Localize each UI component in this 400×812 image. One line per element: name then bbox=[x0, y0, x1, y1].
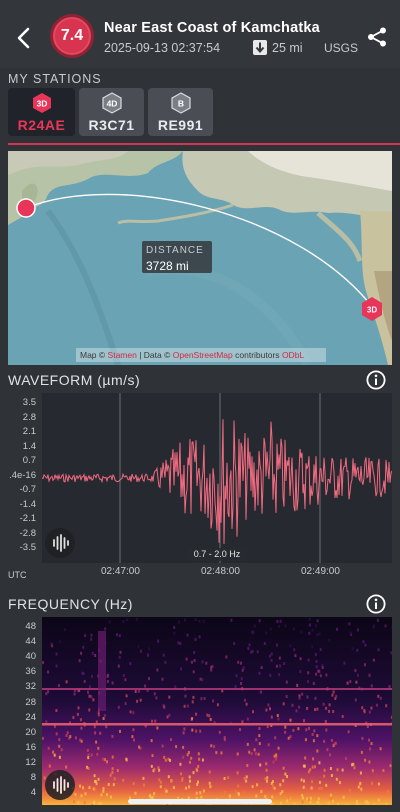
frequency-y-tick: 40 bbox=[25, 651, 36, 663]
x-tick: 02:48:00 bbox=[201, 566, 240, 577]
station-3d-badge-icon: 3D bbox=[32, 93, 51, 113]
waveform-y-tick: -2.8 bbox=[19, 527, 36, 539]
waveform-y-tick: 2.1 bbox=[22, 426, 36, 437]
frequency-y-tick: 16 bbox=[25, 741, 36, 753]
station-b-badge-icon: B bbox=[170, 92, 191, 114]
distance-value: 3728 mi bbox=[146, 259, 189, 273]
spectrogram-sound-button[interactable] bbox=[45, 770, 75, 800]
map-attribution: Map © Stamen | Data © OpenStreetMap cont… bbox=[76, 348, 326, 362]
utc-label: UTC bbox=[8, 570, 27, 580]
frequency-y-tick: 12 bbox=[25, 756, 36, 768]
station-code: R24AE bbox=[17, 117, 66, 133]
station-code: RE991 bbox=[157, 117, 204, 133]
spectrogram-plot[interactable] bbox=[42, 617, 394, 808]
sound-wave-icon bbox=[53, 776, 69, 794]
svg-text:B: B bbox=[177, 99, 183, 109]
attribution-link-odbl[interactable]: ODbL bbox=[282, 350, 304, 360]
attribution-link-osm[interactable]: OpenStreetMap bbox=[173, 350, 233, 360]
home-indicator bbox=[128, 799, 272, 804]
station-tab-re991[interactable]: B RE991 bbox=[148, 88, 213, 136]
distance-label: DISTANCE bbox=[146, 245, 204, 256]
map-station-badge: 3D bbox=[367, 306, 377, 315]
waveform-plot[interactable] bbox=[41, 393, 393, 563]
frequency-y-tick: 36 bbox=[25, 666, 36, 678]
station-4d-badge-icon: 4D bbox=[101, 92, 122, 114]
station-code: R3C71 bbox=[88, 117, 135, 133]
waveform-y-tick: -3.5 bbox=[19, 542, 36, 553]
filter-label: 0.7 - 2.0 Hz bbox=[188, 548, 246, 561]
spectrogram-canvas bbox=[42, 617, 394, 808]
waveform-sound-button[interactable] bbox=[45, 528, 75, 558]
waveform-info-icon[interactable] bbox=[366, 370, 386, 390]
station-tab-r3c71[interactable]: 4D R3C71 bbox=[79, 88, 144, 136]
frequency-title: FREQUENCY (Hz) bbox=[8, 596, 133, 612]
waveform-y-tick: 2.8 bbox=[22, 411, 36, 423]
event-source: USGS bbox=[324, 41, 359, 55]
frequency-info-icon[interactable] bbox=[366, 594, 386, 614]
waveform-y-tick: 3.5 bbox=[22, 397, 36, 408]
waveform-title: WAVEFORM (µm/s) bbox=[8, 372, 141, 388]
frequency-y-tick: 8 bbox=[30, 772, 36, 783]
event-depth: 25 mi bbox=[272, 41, 303, 55]
frequency-y-tick: 4 bbox=[30, 787, 36, 799]
frequency-y-tick: 24 bbox=[25, 711, 36, 723]
frequency-y-tick: 20 bbox=[25, 726, 36, 738]
sound-wave-icon bbox=[53, 534, 69, 552]
svg-text:3D: 3D bbox=[36, 99, 47, 109]
svg-text:4D: 4D bbox=[106, 99, 117, 109]
depth-arrow-icon bbox=[253, 40, 267, 55]
frequency-y-tick: 44 bbox=[25, 636, 36, 648]
station-tab-r24ae[interactable]: 3D R24AE bbox=[8, 88, 75, 136]
event-datetime: 2025-09-13 02:37:54 bbox=[104, 41, 221, 55]
waveform-trace bbox=[41, 419, 393, 544]
event-title: Near East Coast of Kamchatka bbox=[104, 20, 320, 36]
share-icon[interactable] bbox=[366, 26, 388, 48]
waveform-y-tick: 1.4 bbox=[22, 440, 36, 452]
attribution-link-stamen[interactable]: Stamen bbox=[108, 350, 137, 360]
waveform-canvas bbox=[41, 393, 393, 563]
back-chevron-icon[interactable] bbox=[12, 24, 36, 52]
frequency-y-tick: 48 bbox=[25, 621, 36, 632]
waveform-y-tick: -2.1 bbox=[19, 513, 36, 524]
frequency-y-tick: 32 bbox=[25, 681, 36, 693]
waveform-y-tick: .4e-16 bbox=[9, 469, 36, 481]
frequency-y-tick: 28 bbox=[25, 696, 36, 708]
station-divider bbox=[8, 143, 400, 145]
x-tick: 02:47:00 bbox=[101, 566, 140, 577]
magnitude-badge: 7.4 bbox=[50, 14, 94, 58]
waveform-y-tick: -0.7 bbox=[19, 484, 36, 495]
waveform-y-tick: 0.7 bbox=[22, 455, 36, 466]
event-header: 7.4 Near East Coast of Kamchatka 2025-09… bbox=[0, 0, 400, 68]
waveform-y-tick: -1.4 bbox=[19, 498, 36, 510]
x-tick: 02:49:00 bbox=[301, 566, 340, 577]
stations-label: MY STATIONS bbox=[8, 72, 102, 86]
